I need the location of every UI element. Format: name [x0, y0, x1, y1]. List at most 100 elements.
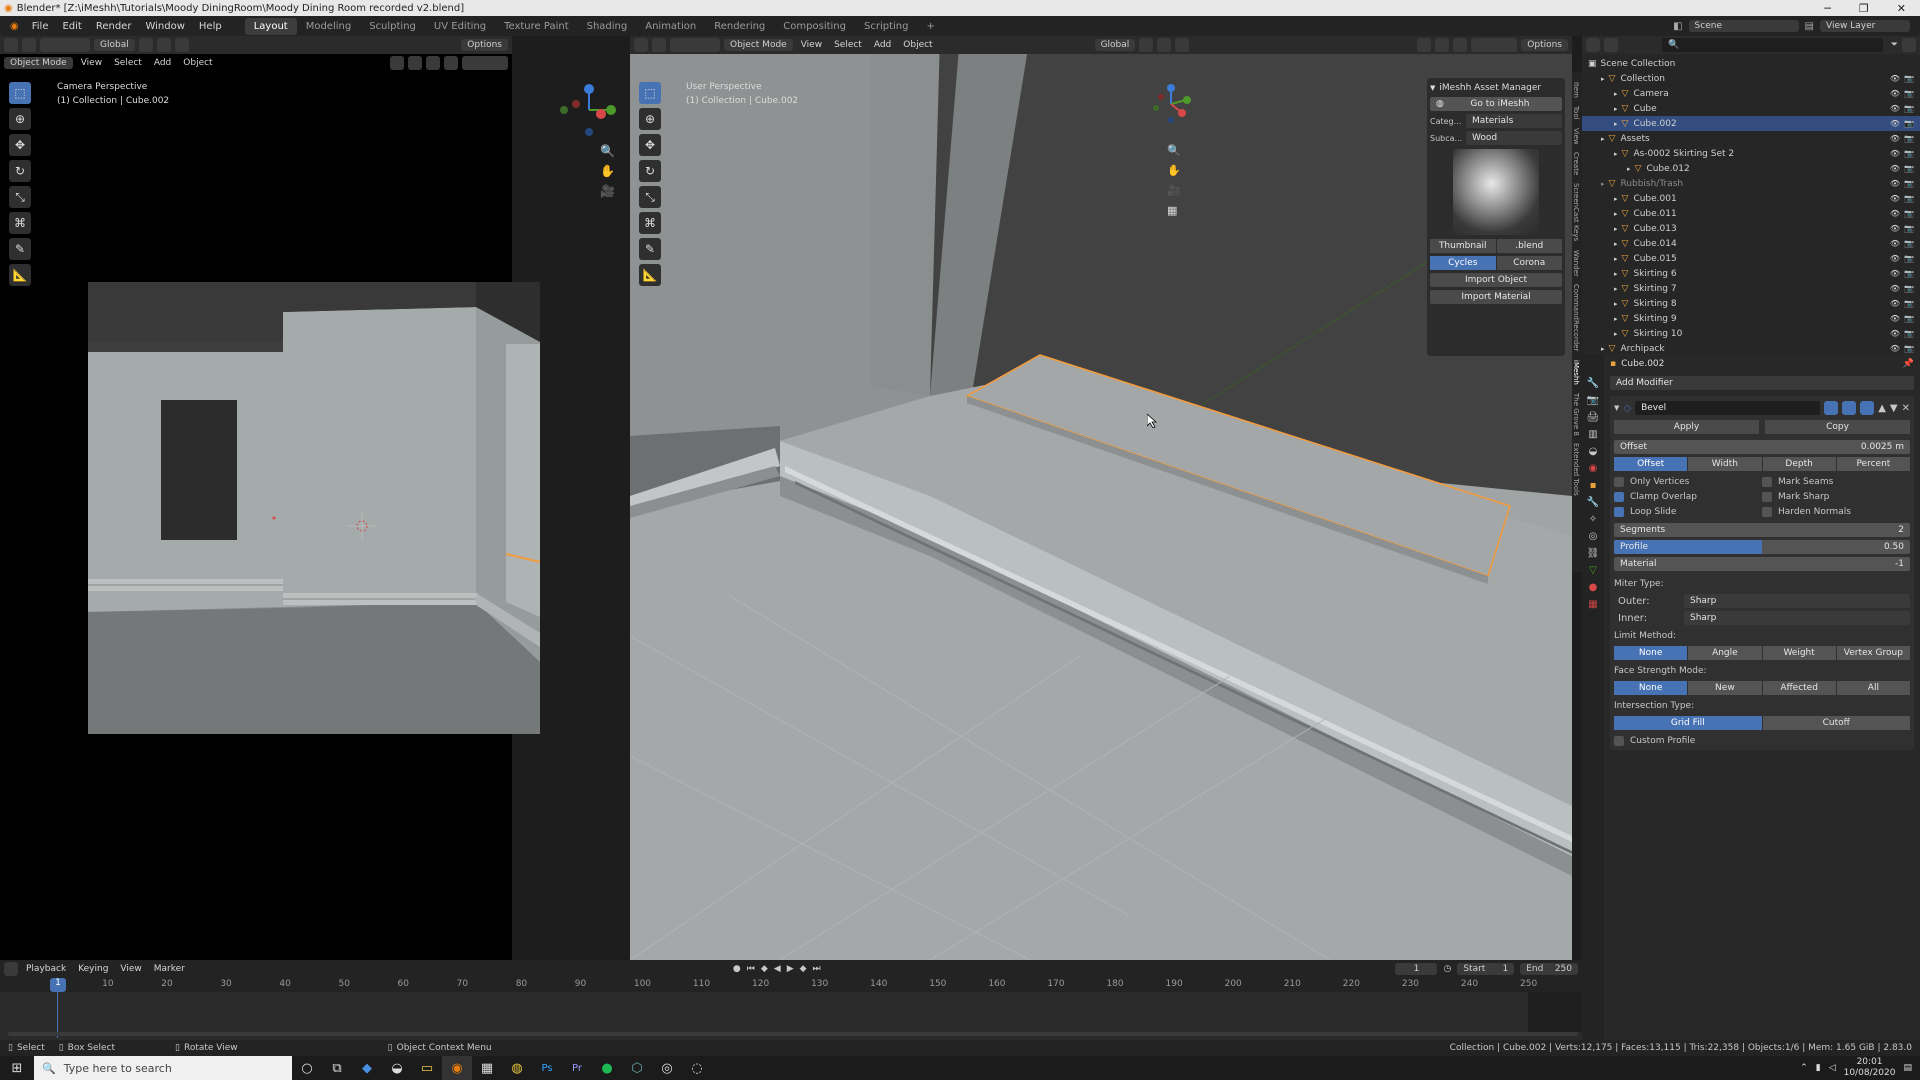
volume-icon[interactable]: ◁: [1829, 1063, 1836, 1073]
move-down-icon[interactable]: ▼: [1890, 403, 1898, 414]
main-3d-viewport[interactable]: Object Mode View Select Add Object Globa…: [630, 36, 1572, 960]
transform-tool-icon[interactable]: ⌘: [639, 212, 661, 234]
maximize-icon[interactable]: ❐: [1859, 2, 1869, 15]
width-type-offset[interactable]: Offset: [1614, 457, 1688, 471]
outliner-item[interactable]: ▸ ▽ Cube.013 👁 📷: [1582, 221, 1920, 236]
render-camera-icon[interactable]: 📷: [1904, 104, 1914, 113]
outliner-item[interactable]: ▸ ▽ Cube.015 👁 📷: [1582, 251, 1920, 266]
tab-view[interactable]: View: [1572, 128, 1580, 145]
viewport-toggle-icon[interactable]: [1842, 401, 1857, 415]
render-camera-icon[interactable]: 📷: [1904, 329, 1914, 338]
menu-add[interactable]: Add: [150, 57, 175, 69]
tool-tab-icon[interactable]: 🔧: [1587, 378, 1599, 389]
scene-selector[interactable]: Scene: [1688, 20, 1799, 32]
render-camera-icon[interactable]: 📷: [1904, 134, 1914, 143]
menu-add[interactable]: Add: [870, 39, 895, 51]
menu-file[interactable]: File: [25, 19, 56, 34]
texture-tab-icon[interactable]: ▦: [1588, 599, 1597, 610]
segments-field[interactable]: Segments 2: [1614, 523, 1910, 537]
snap-icon[interactable]: [156, 38, 171, 52]
expand-arrow-icon[interactable]: ▸: [1614, 210, 1618, 218]
play-reverse-icon[interactable]: ◀: [774, 964, 781, 974]
overlay-icon[interactable]: [426, 56, 440, 70]
outliner-item[interactable]: ▸ ▽ Cube.001 👁 📷: [1582, 191, 1920, 206]
menu-select[interactable]: Select: [830, 39, 866, 51]
expand-arrow-icon[interactable]: ▸: [1601, 75, 1605, 83]
visibility-icon[interactable]: [390, 56, 404, 70]
menu-window[interactable]: Window: [138, 19, 191, 34]
render-camera-icon[interactable]: 📷: [1904, 269, 1914, 278]
engine-cycles-button[interactable]: Cycles: [1430, 256, 1496, 270]
render-camera-icon[interactable]: 📷: [1904, 209, 1914, 218]
network-icon[interactable]: ▮: [1816, 1063, 1821, 1073]
expand-arrow-icon[interactable]: ▸: [1614, 270, 1618, 278]
outliner-item[interactable]: ▸ ▽ Skirting 7 👁 📷: [1582, 281, 1920, 296]
category-dropdown[interactable]: Materials: [1466, 114, 1562, 128]
outliner-item[interactable]: ▸ ▽ Rubbish/Trash 👁 📷: [1582, 176, 1920, 191]
render-camera-icon[interactable]: 📷: [1904, 179, 1914, 188]
move-tool-icon[interactable]: ✥: [9, 134, 31, 156]
visibility-eye-icon[interactable]: 👁: [1890, 194, 1900, 203]
visibility-eye-icon[interactable]: 👁: [1890, 344, 1900, 353]
minimize-icon[interactable]: ─: [1824, 2, 1831, 15]
profile-slider[interactable]: Profile 0.50: [1614, 540, 1910, 554]
menu-view[interactable]: View: [77, 57, 106, 69]
offset-field[interactable]: Offset 0.0025 m: [1614, 440, 1910, 454]
outer-miter-dropdown[interactable]: Sharp: [1684, 594, 1910, 608]
cursor-tool-icon[interactable]: ⊕: [9, 108, 31, 130]
end-frame-field[interactable]: End 250: [1520, 963, 1578, 975]
visibility-eye-icon[interactable]: 👁: [1890, 164, 1900, 173]
menu-edit[interactable]: Edit: [55, 19, 88, 34]
limit-vertex-group[interactable]: Vertex Group: [1836, 646, 1910, 660]
display-mode-icon[interactable]: [1604, 38, 1618, 52]
render-camera-icon[interactable]: 📷: [1904, 164, 1914, 173]
clamp-overlap-checkbox[interactable]: Clamp Overlap: [1614, 492, 1762, 502]
world-tab-icon[interactable]: ◉: [1589, 463, 1598, 474]
expand-arrow-icon[interactable]: ▸: [1627, 165, 1631, 173]
timeline-track[interactable]: 10 20 30 40 50 60 70 80 90 100 110 120 130 140 150 160 1…: [0, 978, 1582, 1040]
width-type-depth[interactable]: Depth: [1762, 457, 1836, 471]
outliner-item[interactable]: ▸ ▽ Skirting 6 👁 📷: [1582, 266, 1920, 281]
camera-viewport[interactable]: Global Options Object Mode View Select A…: [0, 36, 616, 960]
tab-wander[interactable]: Wander: [1572, 250, 1580, 277]
render-camera-icon[interactable]: 📷: [1904, 239, 1914, 248]
new-collection-icon[interactable]: [1902, 38, 1916, 52]
cortana-icon[interactable]: ○: [292, 1056, 322, 1080]
current-frame-field[interactable]: 1: [1395, 963, 1438, 975]
expand-arrow-icon[interactable]: ▸: [1614, 240, 1618, 248]
tab-create[interactable]: Create: [1572, 152, 1580, 175]
tab-imeshh[interactable]: iMeshh: [1572, 360, 1580, 385]
output-tab-icon[interactable]: 🖨: [1587, 412, 1600, 423]
tab-screencast[interactable]: ScreenCast Keys: [1572, 183, 1580, 241]
intersection-grid-fill[interactable]: Grid Fill: [1614, 716, 1762, 730]
expand-arrow-icon[interactable]: ▸: [1601, 345, 1605, 353]
width-type-width[interactable]: Width: [1688, 457, 1762, 471]
material-tab-icon[interactable]: ●: [1589, 582, 1598, 593]
visibility-eye-icon[interactable]: 👁: [1890, 104, 1900, 113]
select-tool-icon[interactable]: ⬚: [639, 82, 661, 104]
render-camera-icon[interactable]: 📷: [1904, 74, 1914, 83]
menu-view[interactable]: View: [116, 963, 145, 975]
tab-uv-editing[interactable]: UV Editing: [425, 18, 495, 35]
visibility-eye-icon[interactable]: 👁: [1890, 329, 1900, 338]
menu-help[interactable]: Help: [192, 19, 229, 34]
tab-texture-paint[interactable]: Texture Paint: [495, 18, 578, 35]
menu-keying[interactable]: Keying: [74, 963, 112, 975]
selection-mode-buttons[interactable]: [40, 38, 90, 52]
proportional-icon[interactable]: [1175, 38, 1190, 52]
proportional-icon[interactable]: [174, 38, 189, 52]
select-tool-icon[interactable]: ⬚: [9, 82, 31, 104]
visibility-eye-icon[interactable]: 👁: [1890, 299, 1900, 308]
calculator-icon[interactable]: ▦: [472, 1056, 502, 1080]
notifications-icon[interactable]: ▤: [1903, 1063, 1912, 1073]
tab-grove[interactable]: The Grove 8: [1572, 393, 1580, 436]
play-icon[interactable]: ▶: [787, 964, 794, 974]
visibility-eye-icon[interactable]: 👁: [1890, 314, 1900, 323]
tab-commandrecorder[interactable]: CommandRecorder: [1572, 284, 1580, 351]
blender-menu-icon[interactable]: ◉: [4, 21, 25, 32]
custom-profile-checkbox[interactable]: Custom Profile: [1614, 736, 1910, 746]
remove-modifier-icon[interactable]: ✕: [1902, 403, 1910, 414]
visibility-eye-icon[interactable]: 👁: [1890, 224, 1900, 233]
material-field[interactable]: Material -1: [1614, 557, 1910, 571]
record-icon[interactable]: ●: [733, 964, 741, 974]
